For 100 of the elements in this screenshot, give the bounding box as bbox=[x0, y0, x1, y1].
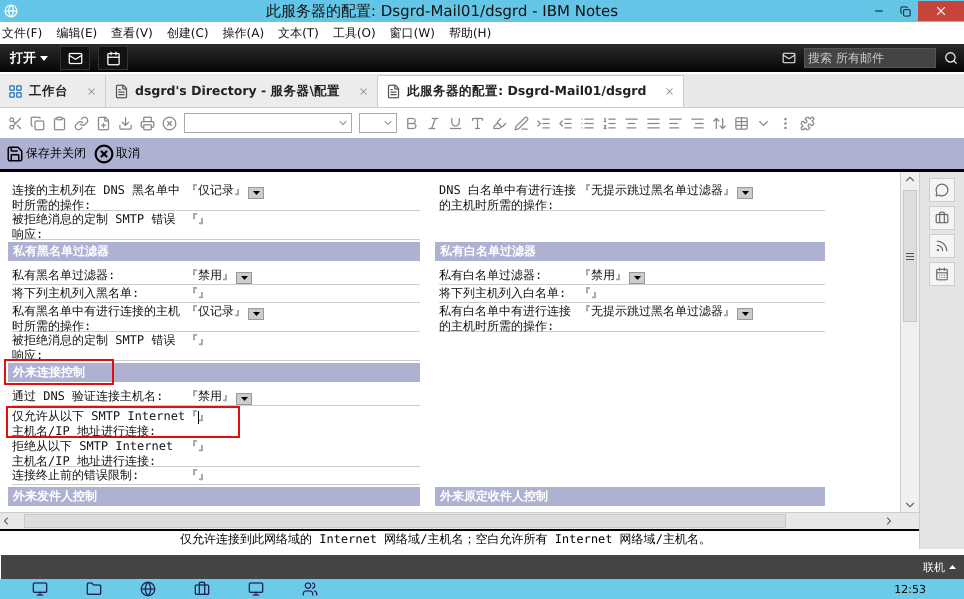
field-value[interactable]: 『禁用』 bbox=[186, 268, 234, 283]
align-justify-icon[interactable] bbox=[646, 116, 661, 130]
tab-label[interactable]: 工作台 bbox=[29, 83, 68, 100]
section-header: 外来原定收件人控制 bbox=[435, 487, 825, 506]
rss-icon[interactable] bbox=[929, 234, 955, 258]
new-document-icon[interactable] bbox=[96, 116, 111, 130]
puzzle-icon[interactable] bbox=[800, 116, 815, 130]
dropdown-button[interactable] bbox=[236, 393, 252, 405]
tab[interactable]: 工作台 bbox=[0, 76, 106, 107]
clipboard-icon[interactable] bbox=[52, 116, 67, 130]
table-icon[interactable] bbox=[734, 116, 749, 130]
action-button[interactable]: 保存并关闭 bbox=[6, 144, 86, 162]
align-center-icon[interactable] bbox=[624, 116, 639, 130]
mail-icon[interactable] bbox=[60, 46, 90, 70]
field-value[interactable]: 『禁用』 bbox=[579, 268, 627, 283]
bullet-list-icon[interactable] bbox=[580, 116, 595, 130]
search-field[interactable]: 搜索 所有邮件 bbox=[804, 48, 936, 68]
tab[interactable]: dsgrd's Directory - 服务器\配置 bbox=[106, 76, 378, 107]
scrollbar-thumb[interactable] bbox=[24, 514, 786, 528]
caret-icon bbox=[40, 56, 48, 60]
dropdown-button[interactable] bbox=[248, 308, 264, 320]
close-icon[interactable] bbox=[664, 86, 676, 97]
dropdown-button[interactable] bbox=[248, 187, 264, 199]
dropdown-button[interactable] bbox=[236, 272, 252, 284]
menu-item[interactable]: 创建(C) bbox=[166, 24, 209, 42]
section-header: 外来发件人控制 bbox=[8, 487, 420, 506]
dropdown-button[interactable] bbox=[629, 272, 645, 284]
grip-icon bbox=[906, 252, 914, 260]
cancel-icon bbox=[94, 144, 114, 164]
download-icon[interactable] bbox=[118, 116, 133, 130]
cancel-icon[interactable] bbox=[162, 116, 177, 130]
menu-item[interactable]: 工具(O) bbox=[332, 24, 376, 42]
field-label: 通过 DNS 验证连接主机名: bbox=[12, 388, 164, 405]
numbered-list-icon[interactable] bbox=[602, 116, 617, 130]
action-button[interactable]: 取消 bbox=[94, 144, 140, 164]
scrollbar-thumb[interactable] bbox=[903, 190, 917, 322]
pen-icon[interactable] bbox=[514, 116, 529, 130]
italic-icon[interactable] bbox=[426, 116, 441, 130]
align-right-icon[interactable] bbox=[690, 116, 705, 130]
field-value[interactable]: 『仅记录』 bbox=[186, 183, 246, 198]
field-value[interactable]: 『』 bbox=[186, 286, 210, 301]
field-value[interactable]: 『无提示跳过黑名单过滤器』 bbox=[579, 183, 735, 198]
calendar-icon[interactable] bbox=[98, 46, 128, 70]
window-title: 此服务器的配置: Dsgrd-Mail01/dsgrd - IBM Notes bbox=[264, 2, 620, 20]
dropdown-button[interactable] bbox=[737, 308, 753, 320]
field-label: 连接的主机列在 DNS 黑名单中时所需的操作: bbox=[12, 182, 182, 210]
menu-item[interactable]: 文件(F) bbox=[2, 24, 42, 42]
tab[interactable]: 此服务器的配置: Dsgrd-Mail01/dsgrd bbox=[378, 75, 684, 107]
close-icon[interactable] bbox=[358, 86, 370, 97]
copy-icon[interactable] bbox=[30, 116, 45, 130]
caret-icon[interactable] bbox=[949, 565, 956, 569]
field-value[interactable]: 『无提示跳过黑名单过滤器』 bbox=[579, 304, 735, 319]
scissors-icon[interactable] bbox=[8, 116, 23, 130]
close-icon[interactable] bbox=[86, 86, 97, 97]
outdent-icon[interactable] bbox=[558, 116, 573, 130]
field-value[interactable]: 『』 bbox=[186, 439, 210, 454]
underline-icon[interactable] bbox=[448, 116, 463, 130]
menu-item[interactable]: 帮助(H) bbox=[448, 24, 492, 42]
app-icon bbox=[4, 4, 18, 18]
field-value[interactable]: 『禁用』 bbox=[186, 389, 234, 404]
line-spacing-icon[interactable] bbox=[712, 116, 727, 130]
bold-icon[interactable] bbox=[404, 116, 419, 130]
menu-item[interactable]: 编辑(E) bbox=[56, 24, 98, 42]
tab-label[interactable]: dsgrd's Directory - 服务器\配置 bbox=[135, 83, 340, 100]
status-text: 仅允许连接到此网络域的 Internet 网络域/主机名；空白允许所有 Internet 网络域/主机名。 bbox=[0, 529, 919, 549]
field-value[interactable]: 『』 bbox=[579, 286, 603, 301]
menu-item[interactable]: 窗口(W) bbox=[390, 24, 435, 42]
field-label: 被拒绝消息的定制 SMTP 错误响应: bbox=[12, 211, 176, 239]
indent-icon[interactable] bbox=[536, 116, 551, 130]
field-value[interactable]: 『』 bbox=[186, 212, 210, 227]
chat-icon[interactable] bbox=[929, 178, 955, 202]
close-button[interactable] bbox=[918, 1, 964, 21]
menu-item[interactable]: 操作(A) bbox=[222, 24, 264, 42]
link-icon[interactable] bbox=[74, 116, 89, 130]
caret-icon bbox=[634, 276, 640, 280]
field-value[interactable]: 『』 bbox=[186, 333, 210, 348]
caret-icon bbox=[252, 312, 260, 316]
tab-label[interactable]: 此服务器的配置: Dsgrd-Mail01/dsgrd bbox=[407, 83, 646, 100]
caret-icon bbox=[252, 191, 260, 195]
dropdown-button[interactable] bbox=[737, 187, 753, 199]
font-combo[interactable] bbox=[184, 113, 352, 133]
text-color-icon[interactable] bbox=[470, 116, 485, 130]
restore-icon bbox=[900, 6, 910, 16]
size-combo[interactable] bbox=[359, 113, 397, 133]
menu-item[interactable]: 查看(V) bbox=[111, 24, 153, 42]
document-icon bbox=[386, 84, 402, 99]
search-icon[interactable] bbox=[944, 51, 958, 65]
menu-item[interactable]: 文本(T) bbox=[278, 24, 319, 42]
field-value[interactable]: 『』 bbox=[186, 409, 210, 424]
caret-icon bbox=[742, 191, 748, 195]
connection-status[interactable]: 联机 bbox=[923, 560, 945, 574]
briefcase-icon[interactable] bbox=[929, 206, 955, 230]
field-value[interactable]: 『仅记录』 bbox=[186, 304, 246, 319]
caret-icon bbox=[240, 397, 248, 401]
field-value[interactable]: 『』 bbox=[186, 468, 210, 483]
align-left-icon[interactable] bbox=[668, 116, 683, 130]
printer-icon[interactable] bbox=[140, 116, 155, 130]
highlighter-icon[interactable] bbox=[492, 116, 507, 130]
field-label: 将下列主机列入黑名单: bbox=[12, 285, 140, 302]
open-menu-button[interactable]: 打开 bbox=[6, 49, 52, 67]
